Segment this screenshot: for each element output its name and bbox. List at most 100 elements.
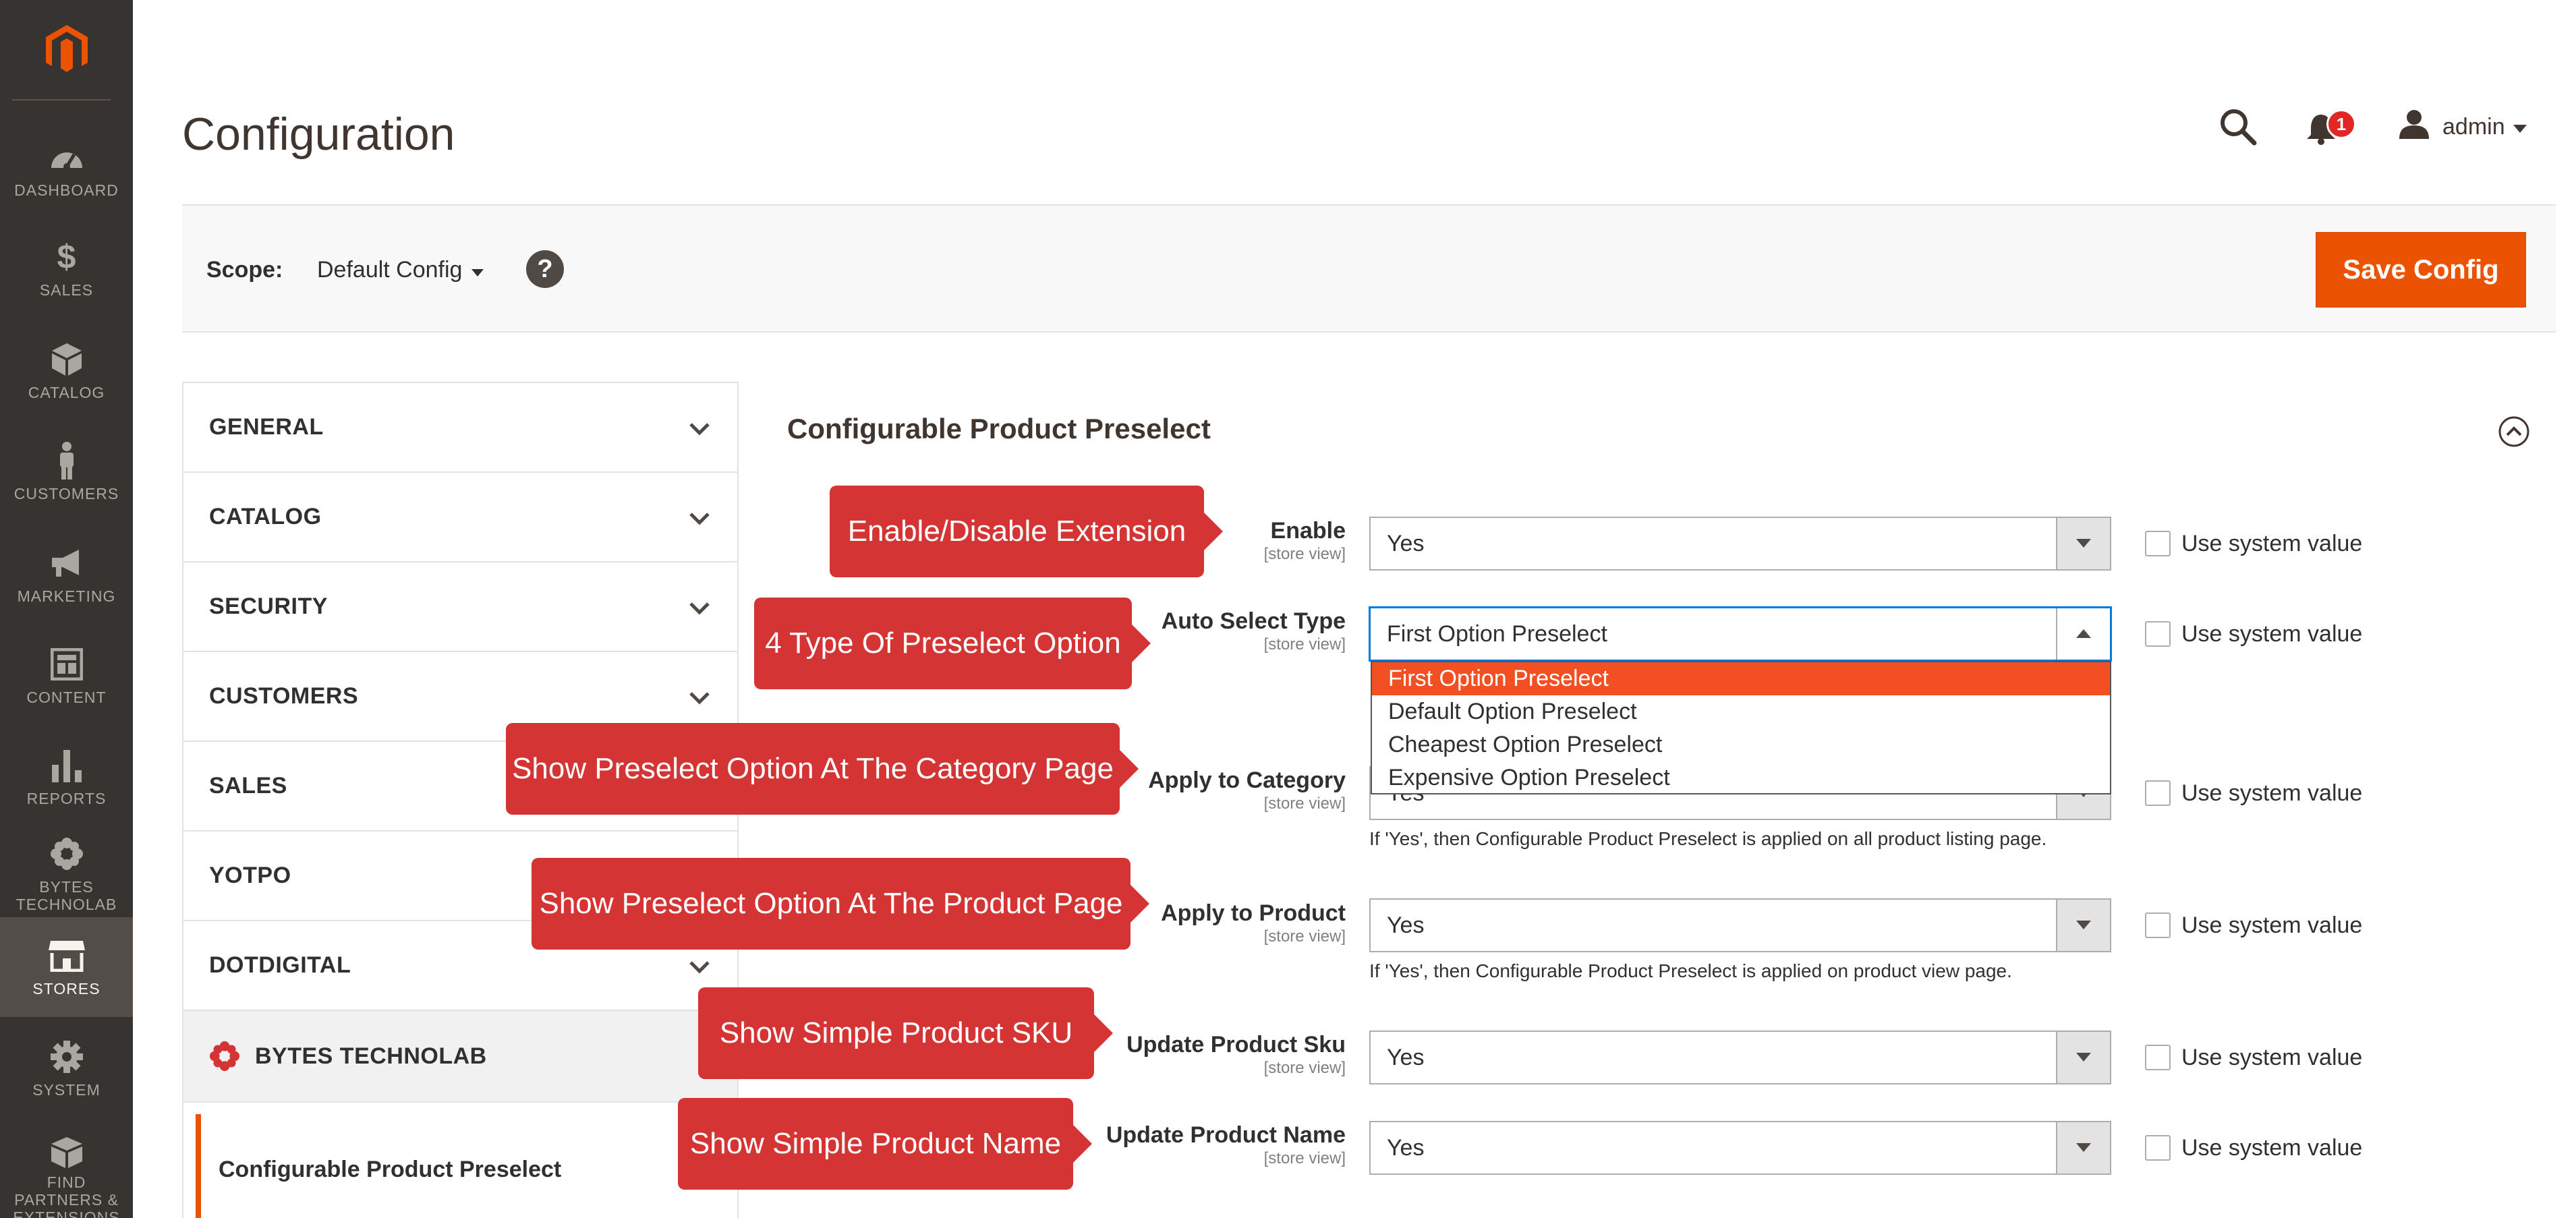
checkbox[interactable] [2145,1045,2171,1070]
enable-label: Enable [1270,518,1346,544]
bar-chart-icon [47,747,87,784]
select-value: First Option Preselect [1387,620,1607,647]
update-product-name-label: Update Product Name [1106,1122,1346,1148]
use-system-value-label: Use system value [2181,1044,2363,1070]
collapse-icon[interactable] [2498,415,2530,448]
checkbox[interactable] [2145,912,2171,938]
update-product-sku-label: Update Product Sku [1126,1032,1346,1057]
bytes-technolab-logo-icon [209,1041,240,1072]
save-config-button[interactable]: Save Config [2316,232,2526,308]
chevron-down-icon [2513,114,2527,140]
use-system-value-checkbox[interactable]: Use system value [2145,529,2362,558]
cubes-icon [47,1137,87,1168]
caret-up-icon [2056,608,2110,660]
page-title: Configuration [182,109,455,160]
tab-security[interactable]: SECURITY [183,562,737,652]
dropdown-option[interactable]: Default Option Preselect [1372,695,2110,728]
menu-item-bytes-technolab[interactable]: BYTES TECHNOLAB [0,824,133,924]
menu-item-find-partners[interactable]: FIND PARTNERS & EXTENSIONS [0,1126,133,1218]
dollar-icon: $ [57,238,76,276]
help-icon[interactable]: ? [526,250,564,288]
tab-catalog[interactable]: CATALOG [183,473,737,562]
enable-select[interactable]: Yes [1369,517,2111,571]
auto-select-type-label: Auto Select Type [1161,608,1346,634]
menu-item-customers[interactable]: CUSTOMERS [0,422,133,522]
notifications-count-badge[interactable]: 1 [2326,109,2356,139]
menu-label: DASHBOARD [14,181,119,199]
tab-label: CATALOG [209,504,322,529]
use-system-value-checkbox[interactable]: Use system value [2145,778,2362,808]
select-value: Yes [1387,1044,1425,1070]
menu-label: SYSTEM [32,1081,101,1099]
apply-to-category-note: If 'Yes', then Configurable Product Pres… [1369,828,2047,849]
checkbox[interactable] [2145,1135,2171,1161]
chevron-down-icon [689,685,710,711]
dropdown-option[interactable]: Expensive Option Preselect [1372,761,2110,794]
update-product-sku-select[interactable]: Yes [1369,1031,2111,1084]
tab-label: SALES [209,773,287,799]
apply-to-category-label: Apply to Category [1148,767,1346,793]
tab-label: BYTES TECHNOLAB [255,1043,487,1069]
chevron-down-icon [689,505,710,531]
menu-label: CATALOG [28,384,105,401]
select-value: Yes [1387,912,1425,938]
tab-label: YOTPO [209,863,291,888]
gear-icon [47,1038,87,1076]
tab-label: CUSTOMERS [209,683,359,709]
menu-item-content[interactable]: CONTENT [0,626,133,726]
auto-select-type-options: First Option Preselect Default Option Pr… [1371,661,2111,794]
menu-item-marketing[interactable]: MARKETING [0,525,133,625]
store-icon [47,937,87,975]
caret-down-icon [2056,1032,2110,1083]
scope-note: [store view] [1263,794,1346,813]
use-system-value-checkbox[interactable]: Use system value [2145,619,2362,649]
menu-label: SALES [39,281,94,299]
chevron-down-icon [689,595,710,621]
tab-label: SECURITY [209,593,328,619]
update-product-name-select[interactable]: Yes [1369,1121,2111,1175]
menu-item-stores[interactable]: STORES [0,917,133,1017]
chevron-down-icon [689,954,710,980]
dropdown-option[interactable]: First Option Preselect [1372,662,2110,695]
select-value: Yes [1387,530,1425,556]
select-value: Yes [1387,1134,1425,1161]
callout-auto-select: 4 Type Of Preselect Option [754,598,1151,689]
tab-item-configurable-product-preselect[interactable]: Configurable Product Preselect [196,1114,737,1218]
use-system-value-checkbox[interactable]: Use system value [2145,1133,2362,1163]
admin-menu: DASHBOARD $ SALES CATALOG CUSTOMERS MARK… [0,0,133,1218]
layout-icon [47,645,87,683]
scope-bar: Scope: Default Config ? Save Config [182,204,2556,332]
tab-label: DOTDIGITAL [209,952,351,978]
callout-name: Show Simple Product Name [678,1098,1092,1190]
scope-value: Default Config [317,257,463,283]
menu-item-system[interactable]: SYSTEM [0,1018,133,1118]
use-system-value-checkbox[interactable]: Use system value [2145,910,2362,940]
dropdown-option[interactable]: Cheapest Option Preselect [1372,728,2110,761]
caret-down-icon [2056,1122,2110,1173]
use-system-value-checkbox[interactable]: Use system value [2145,1043,2362,1072]
admin-user-menu[interactable]: admin [2398,107,2527,147]
scope-switcher[interactable]: Default Config [317,257,484,283]
checkbox[interactable] [2145,621,2171,647]
magento-logo[interactable] [0,0,133,100]
checkbox[interactable] [2145,531,2171,556]
person-icon [47,442,87,480]
use-system-value-label: Use system value [2181,620,2363,647]
gear-flower-icon [47,835,87,873]
tab-item-label: Configurable Product Preselect [219,1157,562,1182]
menu-item-sales[interactable]: $ SALES [0,219,133,318]
checkbox[interactable] [2145,780,2171,806]
box-icon [47,341,87,378]
menu-item-catalog[interactable]: CATALOG [0,321,133,421]
tab-general[interactable]: GENERAL [183,383,737,473]
menu-item-dashboard[interactable]: DASHBOARD [0,119,133,219]
scope-note: [store view] [1263,635,1346,654]
scope-note: [store view] [1263,927,1346,946]
search-icon[interactable] [2219,108,2257,149]
tab-bytes-technolab[interactable]: BYTES TECHNOLAB [183,1011,737,1103]
magento-logo-icon [45,25,88,72]
scope-note: [store view] [1263,545,1346,563]
apply-to-product-select[interactable]: Yes [1369,898,2111,952]
auto-select-type-select[interactable]: First Option Preselect [1369,607,2111,661]
menu-item-reports[interactable]: REPORTS [0,727,133,827]
